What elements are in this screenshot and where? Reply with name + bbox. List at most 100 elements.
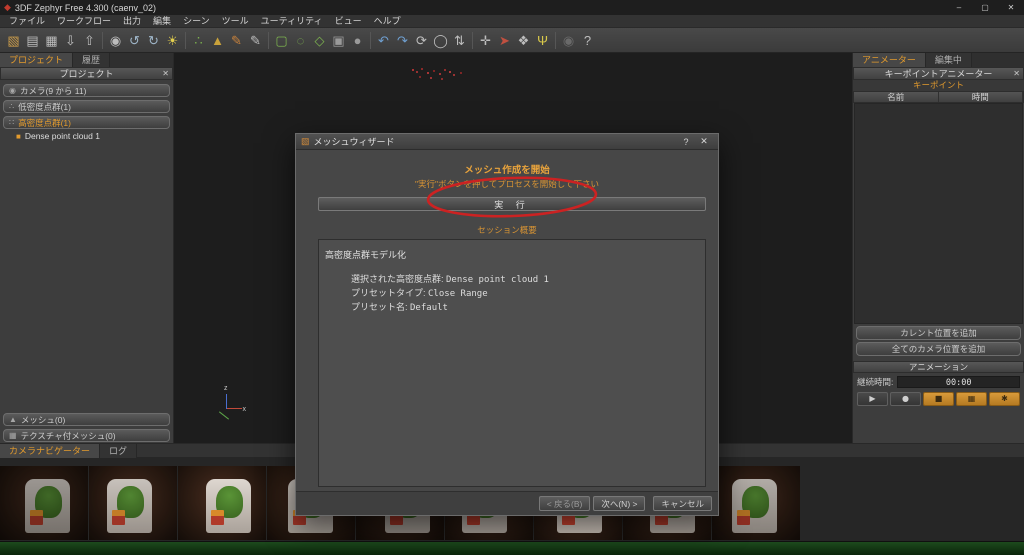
dense-cloud-bullet-icon: ■ (16, 131, 21, 141)
app-window: ◆ 3DF Zephyr Free 4.300 (caenv_02) – ▢ ✕… (0, 0, 1024, 555)
tree-item-dense-point-cloud-1[interactable]: ■ Dense point cloud 1 (16, 130, 173, 142)
tab-editing[interactable]: 編集中 (925, 53, 972, 67)
animation-header-label: アニメーション (908, 362, 969, 372)
dialog-close-button[interactable]: ✕ (695, 136, 713, 147)
camera-thumbnail-1[interactable] (89, 466, 177, 540)
menu-item-4[interactable]: シーン (177, 15, 216, 27)
mesh-item-icon: ▲ (9, 415, 17, 424)
summary-line-preset-name: プリセット名: Default (325, 301, 699, 315)
mesh-triangle-icon[interactable]: ▲ (208, 31, 227, 50)
add-all-camera-positions-button[interactable]: 全てのカメラ位置を追加 (856, 342, 1021, 356)
undo-icon[interactable]: ↶ (374, 31, 393, 50)
dialog-help-button[interactable]: ? (677, 137, 695, 147)
redo-icon[interactable]: ↷ (393, 31, 412, 50)
column-name[interactable]: 名前 (854, 92, 939, 102)
record-button[interactable]: ● (890, 392, 921, 406)
textured-mesh-item-icon: ▦ (9, 431, 17, 440)
draw-pen-icon[interactable]: ✎ (227, 31, 246, 50)
menu-item-7[interactable]: ビュー (329, 15, 368, 27)
light-icon[interactable]: ☀ (163, 31, 182, 50)
column-time[interactable]: 時間 (939, 92, 1023, 102)
next-button[interactable]: 次へ(N) > (593, 496, 646, 511)
menu-item-2[interactable]: 出力 (117, 15, 147, 27)
tree-item-mesh[interactable]: ▲ メッシュ(0) (3, 413, 170, 426)
tree-item-textured-mesh[interactable]: ▦ テクスチャ付メッシュ(0) (3, 429, 170, 442)
tree-item-sparse-cloud[interactable]: ∴ 低密度点群(1) (3, 100, 170, 113)
open-project-icon[interactable]: ▤ (23, 31, 42, 50)
new-project-icon[interactable]: ▧ (4, 31, 23, 50)
dialog-icon: ▧ (301, 136, 310, 146)
select-rect-icon[interactable]: ▢ (272, 31, 291, 50)
run-button[interactable]: 実 行 (318, 197, 706, 211)
minimize-button[interactable]: – (946, 0, 972, 15)
main-toolbar: ▧ ▤ ▦ ⇩ ⇧ ◉ ↺ ↻ ☀ ∴ ▲ ✎ ✎ ▢ ◌ ◇ ▣ ● ↶ ↷ ⟳ ◯ ⇅ ✛ ➤ ❖ Ψ ◉? (0, 28, 1024, 53)
dialog-title-bar[interactable]: ▧ メッシュウィザード ? ✕ (296, 134, 718, 150)
import-icon[interactable]: ⇩ (61, 31, 80, 50)
rotate-right-icon[interactable]: ↻ (144, 31, 163, 50)
add-current-position-button[interactable]: カレント位置を追加 (856, 326, 1021, 340)
toolbar-icon-strip: ▧ ▤ ▦ ⇩ ⇧ ◉ ↺ ↻ ☀ ∴ ▲ ✎ ✎ ▢ ◌ ◇ ▣ ● ↶ ↷ ⟳ ◯ ⇅ ✛ ➤ ❖ Ψ ◉? (4, 31, 597, 50)
move-icon[interactable]: ✛ (476, 31, 495, 50)
menu-item-6[interactable]: ユーティリティ (255, 15, 329, 27)
tab-log[interactable]: ログ (100, 444, 138, 458)
help-icon[interactable]: ? (578, 31, 597, 50)
tab-history[interactable]: 履歴 (73, 53, 111, 67)
duration-value[interactable]: 00:00 (897, 376, 1020, 388)
summary-line-dense: 選択された高密度点群: Dense point cloud 1 (325, 273, 699, 287)
measure-icon[interactable]: Ψ (533, 31, 552, 50)
play-button[interactable]: ▶ (857, 392, 888, 406)
keypoint-list[interactable] (854, 103, 1023, 324)
settings-button[interactable]: ✱ (989, 392, 1020, 406)
toolbar-separator (472, 31, 473, 49)
maximize-button[interactable]: ▢ (972, 0, 998, 15)
cancel-button[interactable]: キャンセル (653, 496, 712, 511)
menu-item-8[interactable]: ヘルプ (368, 15, 407, 27)
menu-item-3[interactable]: 編集 (147, 15, 177, 27)
camera-thumbnail-8[interactable] (712, 466, 800, 540)
frames-button[interactable]: ▦ (956, 392, 987, 406)
select-lasso-icon[interactable]: ◌ (291, 31, 310, 50)
tab-animator[interactable]: アニメーター (853, 53, 926, 67)
animation-section-header: アニメーション (853, 361, 1024, 373)
stop-button[interactable]: ■ (923, 392, 954, 406)
save-project-icon[interactable]: ▦ (42, 31, 61, 50)
animator-panel-close-icon[interactable]: ✕ (1013, 68, 1020, 80)
close-button[interactable]: ✕ (998, 0, 1024, 15)
refresh-icon[interactable]: ⟳ (412, 31, 431, 50)
updown-icon[interactable]: ⇅ (450, 31, 469, 50)
dense-cloud-label: Dense point cloud 1 (24, 131, 100, 141)
textured-mesh-item-label: テクスチャ付メッシュ(0) (20, 430, 116, 441)
toolbar-separator (185, 31, 186, 49)
points-icon[interactable]: ∴ (189, 31, 208, 50)
tree-item-cameras[interactable]: ◉ カメラ(9 から 11) (3, 84, 170, 97)
camera-icon[interactable]: ◉ (106, 31, 125, 50)
tree-item-dense-cloud[interactable]: ∷ 高密度点群(1) (3, 116, 170, 129)
pointer-icon[interactable]: ➤ (495, 31, 514, 50)
select-poly-icon[interactable]: ◇ (310, 31, 329, 50)
tab-project[interactable]: プロジェクト (0, 53, 74, 67)
cubes-icon[interactable]: ▣ (329, 31, 348, 50)
animator-panel: アニメーター 編集中 キーポイントアニメーター ✕ キーポイント 名前 時間 カ… (852, 53, 1024, 443)
menu-item-0[interactable]: ファイル (3, 15, 51, 27)
project-panel-close-icon[interactable]: ✕ (162, 68, 169, 80)
tab-camera-navigator[interactable]: カメラナビゲーター (0, 444, 101, 458)
dense-item-icon: ∷ (9, 118, 15, 127)
eye-icon[interactable]: ◉ (559, 31, 578, 50)
back-button[interactable]: < 戻る(B) (538, 496, 591, 511)
menu-item-5[interactable]: ツール (216, 15, 255, 27)
circle-select-icon[interactable]: ◯ (431, 31, 450, 50)
title-bar[interactable]: ◆ 3DF Zephyr Free 4.300 (caenv_02) – ▢ ✕ (0, 0, 1024, 15)
menu-item-1[interactable]: ワークフロー (51, 15, 117, 27)
camera-item-icon: ◉ (9, 86, 16, 95)
status-bar (0, 541, 1024, 555)
rotate-left-icon[interactable]: ↺ (125, 31, 144, 50)
camera-thumbnail-2[interactable] (178, 466, 266, 540)
brush-icon[interactable]: ❖ (514, 31, 533, 50)
export-icon[interactable]: ⇧ (80, 31, 99, 50)
edit-pen-icon[interactable]: ✎ (246, 31, 265, 50)
dialog-footer: < 戻る(B) 次へ(N) > キャンセル (296, 491, 718, 515)
thumbnail-snack (30, 510, 43, 525)
summary-preset-name-value: Default (410, 303, 448, 313)
camera-thumbnail-0[interactable] (0, 466, 88, 540)
sphere-icon[interactable]: ● (348, 31, 367, 50)
